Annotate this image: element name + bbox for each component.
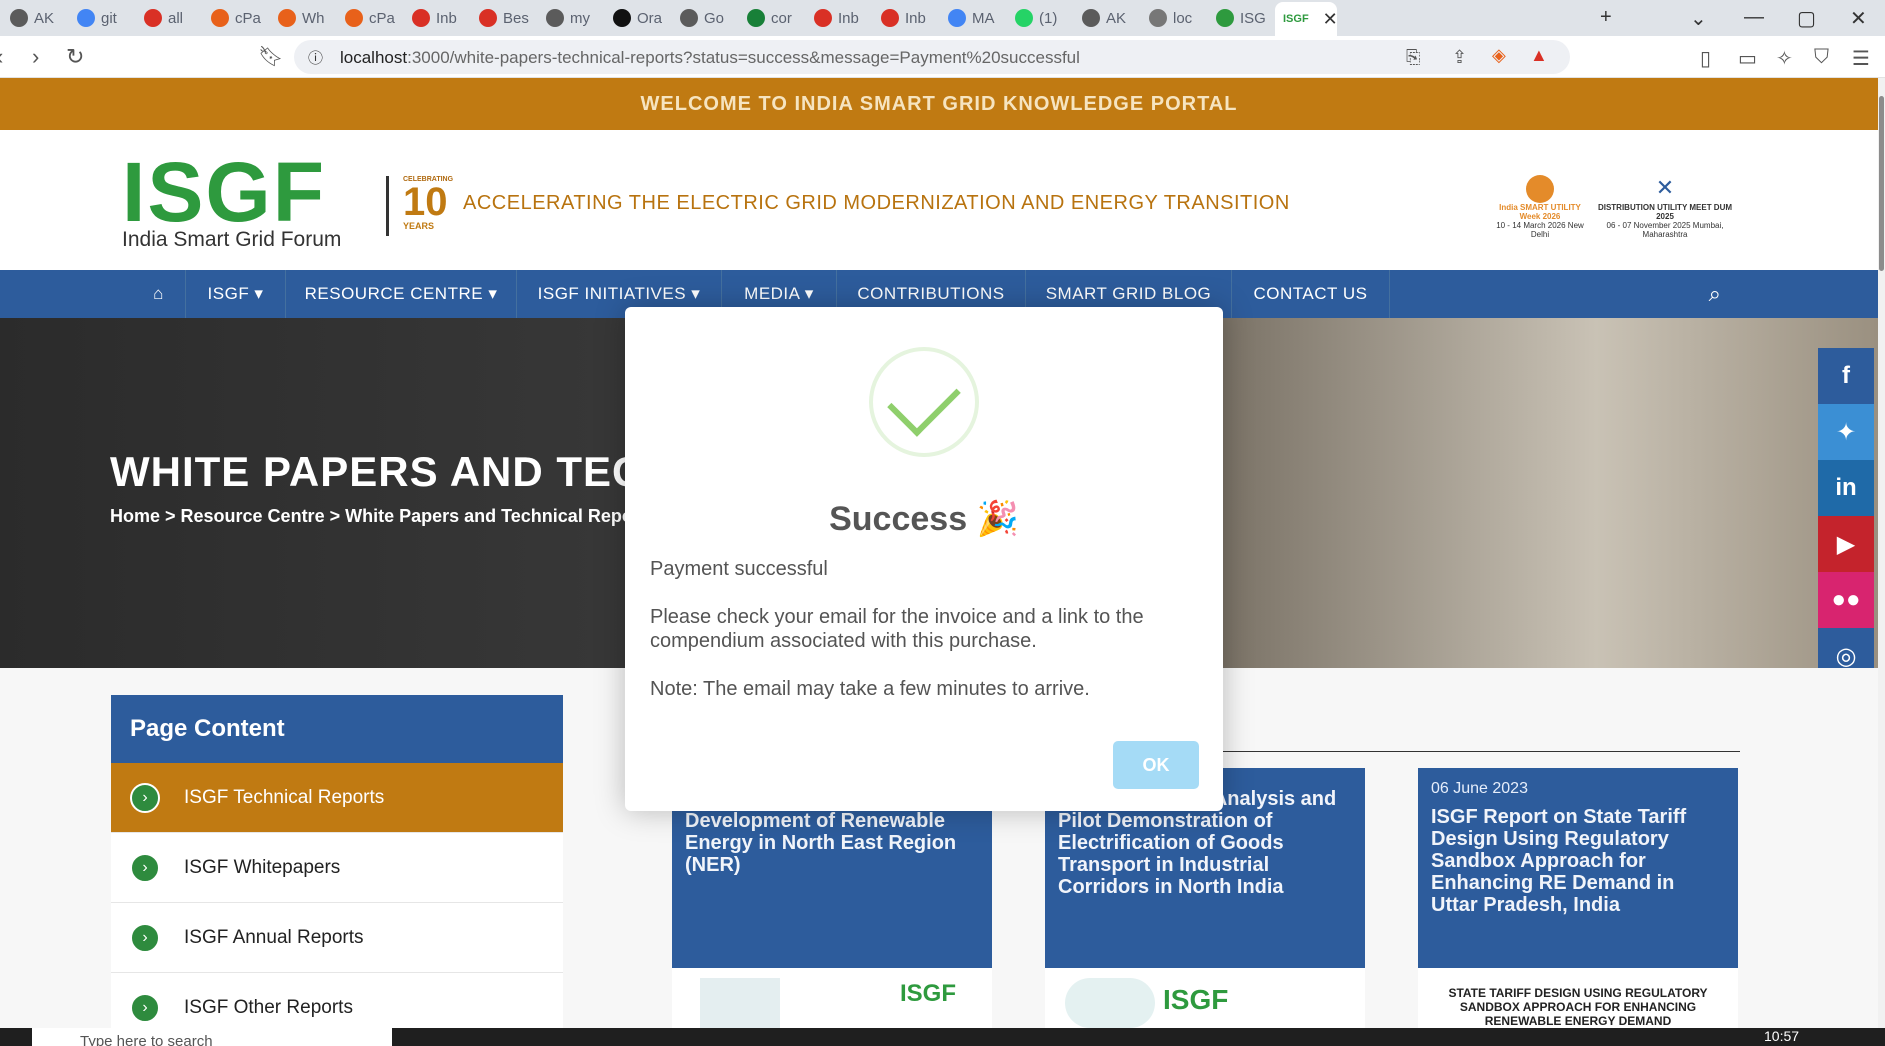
- browser-tab[interactable]: (1): [1007, 4, 1072, 32]
- browser-tab[interactable]: git: [69, 4, 134, 32]
- success-dialog: Success 🎉 Payment successful Please chec…: [625, 307, 1223, 811]
- menu-icon[interactable]: ☰: [1852, 46, 1870, 71]
- dialog-instructions: Please check your email for the invoice …: [650, 606, 1144, 652]
- close-window-icon[interactable]: ✕: [1850, 6, 1867, 31]
- browser-tab[interactable]: all: [136, 4, 201, 32]
- brave-rewards-icon[interactable]: ▲: [1530, 45, 1548, 66]
- tab-label: Go: [704, 9, 725, 27]
- browser-tab[interactable]: cPa: [203, 4, 268, 32]
- minimize-icon[interactable]: —: [1744, 6, 1764, 29]
- tab-label: cor: [771, 9, 792, 27]
- browser-tab[interactable]: MA: [940, 4, 1005, 32]
- tab-favicon-icon: [1149, 9, 1167, 27]
- reload-icon[interactable]: ↻: [66, 44, 84, 70]
- tab-favicon-icon: [10, 9, 28, 27]
- tab-favicon-icon: ISGF: [1283, 13, 1309, 25]
- taskbar-clock[interactable]: 10:57: [1764, 1028, 1799, 1044]
- dialog-body: Payment successful Please check your ema…: [650, 557, 1200, 725]
- browser-address-bar: ‹ › ↻ 🔖︎ ⓘ localhost:3000/white-papers-t…: [0, 36, 1885, 78]
- tab-favicon-icon: [747, 9, 765, 27]
- tab-label: all: [168, 9, 184, 27]
- url-bar[interactable]: ⓘ localhost:3000/white-papers-technical-…: [294, 40, 1570, 74]
- tab-favicon-icon: [345, 9, 363, 27]
- tab-favicon-icon: [211, 9, 229, 27]
- browser-tab[interactable]: Inb: [404, 4, 469, 32]
- tab-label: loc: [1173, 9, 1193, 27]
- browser-tab[interactable]: Bes: [471, 4, 536, 32]
- tab-label: Inb: [436, 9, 457, 27]
- url-text[interactable]: localhost:3000/white-papers-technical-re…: [340, 48, 1080, 68]
- forward-icon[interactable]: ›: [32, 44, 39, 70]
- browser-tab[interactable]: loc: [1141, 4, 1206, 32]
- windows-taskbar: Type here to search 10:57: [0, 1028, 1885, 1046]
- browser-tab-active[interactable]: ISGF ✕: [1275, 2, 1337, 36]
- vpn-icon[interactable]: ⛉: [1814, 46, 1829, 69]
- tab-label: Ora: [637, 9, 663, 27]
- tab-favicon-icon: [278, 9, 296, 27]
- browser-tab[interactable]: cPa: [337, 4, 402, 32]
- sidebar-toggle-icon[interactable]: ▯: [1700, 46, 1711, 71]
- tab-favicon-icon: [1082, 9, 1100, 27]
- taskbar-search-input[interactable]: Type here to search: [32, 1028, 392, 1046]
- browser-tab[interactable]: Wh: [270, 4, 335, 32]
- close-tab-icon[interactable]: ✕: [1323, 9, 1337, 30]
- tab-label: Inb: [838, 9, 859, 27]
- tab-label: cPa: [369, 9, 395, 27]
- tab-favicon-icon: [814, 9, 832, 27]
- tab-label: ISG: [1240, 9, 1266, 27]
- tab-label: AK: [1106, 9, 1127, 27]
- dialog-message: Payment successful: [650, 558, 828, 580]
- tab-label: cPa: [235, 9, 261, 27]
- browser-tab[interactable]: AK: [1074, 4, 1139, 32]
- tab-favicon-icon: [479, 9, 497, 27]
- tab-favicon-icon: [680, 9, 698, 27]
- tab-favicon-icon: [881, 9, 899, 27]
- browser-tab[interactable]: ISG: [1208, 4, 1273, 32]
- browser-tab[interactable]: AK: [2, 4, 67, 32]
- dialog-title: Success 🎉: [829, 500, 1019, 538]
- tab-favicon-icon: [1216, 9, 1234, 27]
- browser-tab-strip: AK git all cPa Wh cPa Inb Bes my Ora Go cor Inb Inb MA…: [0, 0, 1885, 36]
- tab-list-icon[interactable]: ⌄: [1690, 6, 1707, 31]
- share-icon[interactable]: ⇪: [1452, 47, 1467, 68]
- site-info-icon[interactable]: ⓘ: [308, 47, 323, 68]
- install-app-icon[interactable]: ⎘: [1406, 47, 1420, 68]
- leo-ai-icon[interactable]: ✧: [1776, 46, 1793, 71]
- tab-label: git: [101, 9, 117, 27]
- browser-tab[interactable]: cor: [739, 4, 804, 32]
- checkmark-icon: [887, 363, 961, 437]
- tab-label: Inb: [905, 9, 926, 27]
- browser-tab[interactable]: Ora: [605, 4, 670, 32]
- tab-favicon-icon: [948, 9, 966, 27]
- new-tab-icon[interactable]: +: [1600, 6, 1612, 29]
- wallet-icon[interactable]: ▭: [1738, 46, 1757, 71]
- tab-favicon-icon: [144, 9, 162, 27]
- tab-favicon-icon: [546, 9, 564, 27]
- browser-tab[interactable]: Go: [672, 4, 737, 32]
- tab-label: (1): [1039, 9, 1058, 27]
- browser-tab[interactable]: my: [538, 4, 603, 32]
- tab-favicon-icon: [1015, 9, 1033, 27]
- back-icon[interactable]: ‹: [0, 44, 3, 70]
- brave-shields-icon[interactable]: ◈: [1492, 45, 1506, 66]
- bookmark-icon[interactable]: 🔖︎: [258, 44, 283, 69]
- success-check-icon: [869, 347, 979, 457]
- browser-tab[interactable]: Inb: [806, 4, 871, 32]
- tab-favicon-icon: [412, 9, 430, 27]
- tab-label: Bes: [503, 9, 529, 27]
- tab-label: AK: [34, 9, 55, 27]
- browser-tab[interactable]: Inb: [873, 4, 938, 32]
- tab-label: my: [570, 9, 590, 27]
- tab-label: Wh: [302, 9, 325, 27]
- tab-favicon-icon: [77, 9, 95, 27]
- tab-label: MA: [972, 9, 995, 27]
- maximize-icon[interactable]: ▢: [1797, 6, 1816, 31]
- scrollbar-thumb[interactable]: [1879, 96, 1884, 271]
- dialog-note: Note: The email may take a few minutes t…: [650, 678, 1090, 700]
- ok-button[interactable]: OK: [1113, 741, 1199, 789]
- tab-favicon-icon: [613, 9, 631, 27]
